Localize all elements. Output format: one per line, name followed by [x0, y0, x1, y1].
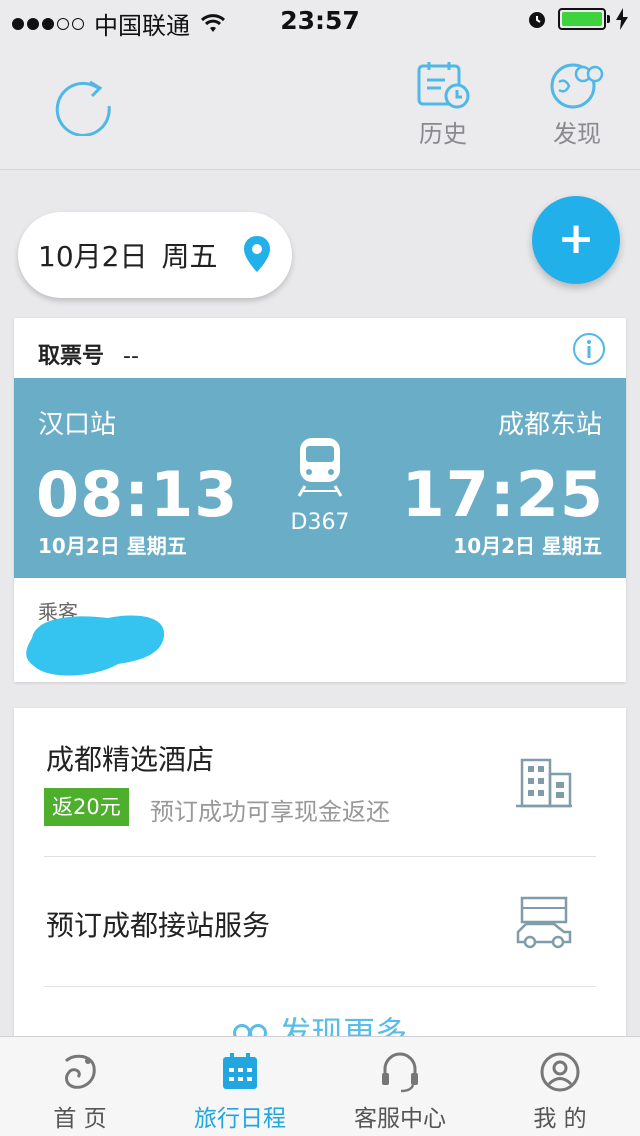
pickup-number-label: 取票号: [38, 344, 105, 369]
cashback-badge: 返20元: [44, 788, 129, 826]
tab-customer-service-label: 客服中心: [354, 1106, 446, 1132]
info-icon[interactable]: [572, 332, 606, 366]
ticket-header: 取票号 --: [14, 318, 626, 378]
profile-icon: [540, 1052, 580, 1092]
alarm-icon: [529, 12, 545, 28]
tab-home-label: 首 页: [53, 1106, 107, 1132]
battery-icon: [558, 8, 610, 30]
date-selector[interactable]: 10月2日 周五: [18, 212, 292, 298]
departure-station: 汉口站: [38, 410, 117, 440]
status-bar: 中国联通 23:57: [0, 0, 640, 40]
pickup-number-value: --: [123, 344, 139, 369]
arrival-date: 10月2日 星期五: [453, 534, 602, 558]
divider: [44, 986, 596, 987]
passenger-name-redacted: [26, 615, 165, 676]
history-button[interactable]: 历史: [408, 60, 478, 149]
refresh-icon: [55, 80, 111, 137]
train-icon: [290, 436, 350, 502]
calendar-icon: [223, 1053, 257, 1089]
history-label: 历史: [419, 120, 467, 148]
home-icon: [64, 1054, 96, 1089]
discover-icon: [550, 63, 604, 109]
train-number: D367: [290, 510, 350, 535]
hotel-service-title[interactable]: 成都精选酒店: [46, 738, 214, 778]
top-toolbar: 历史 发现: [0, 40, 640, 170]
tab-customer-service[interactable]: 客服中心: [320, 1037, 480, 1136]
bottom-tab-bar: 首 页 旅行日程 客服中心 我 的: [0, 1036, 640, 1136]
location-pin-icon[interactable]: [242, 234, 272, 274]
hotel-service-desc: 预订成功可享现金返还: [150, 798, 390, 826]
arrival-time: 17:25: [401, 458, 604, 531]
selected-weekday: 周五: [161, 240, 218, 273]
tab-itinerary-label: 旅行日程: [194, 1106, 286, 1132]
history-icon: [417, 62, 470, 109]
headset-icon: [382, 1052, 418, 1093]
ticket-route-band: 汉口站 成都东站 08:13 17:25 10月2日 星期五 10月2日 星期五…: [14, 378, 626, 578]
selected-date: 10月2日: [38, 240, 148, 273]
arrival-station: 成都东站: [497, 410, 602, 440]
services-card: 成都精选酒店 返20元 预订成功可享现金返还 预订成都接站服务 发现更多: [14, 708, 626, 1052]
hotel-icon[interactable]: [514, 756, 574, 810]
charging-icon: [616, 8, 628, 30]
discover-button[interactable]: 发现: [542, 60, 612, 149]
plus-icon: +: [557, 213, 595, 264]
refresh-button[interactable]: [54, 76, 114, 137]
tab-profile-label: 我 的: [533, 1106, 587, 1132]
add-trip-button[interactable]: +: [532, 196, 620, 284]
tab-home[interactable]: 首 页: [0, 1037, 160, 1136]
departure-time: 08:13: [36, 458, 239, 531]
tab-itinerary[interactable]: 旅行日程: [160, 1037, 320, 1136]
divider: [44, 856, 596, 857]
car-icon[interactable]: [514, 894, 574, 950]
pickup-service-title[interactable]: 预订成都接站服务: [46, 904, 270, 944]
status-right: [526, 8, 628, 30]
tab-profile[interactable]: 我 的: [480, 1037, 640, 1136]
departure-date: 10月2日 星期五: [38, 534, 187, 558]
discover-label: 发现: [553, 120, 601, 148]
ticket-card[interactable]: 取票号 -- 汉口站 成都东站 08:13 17:25 10月2日 星期五 10…: [14, 318, 626, 682]
